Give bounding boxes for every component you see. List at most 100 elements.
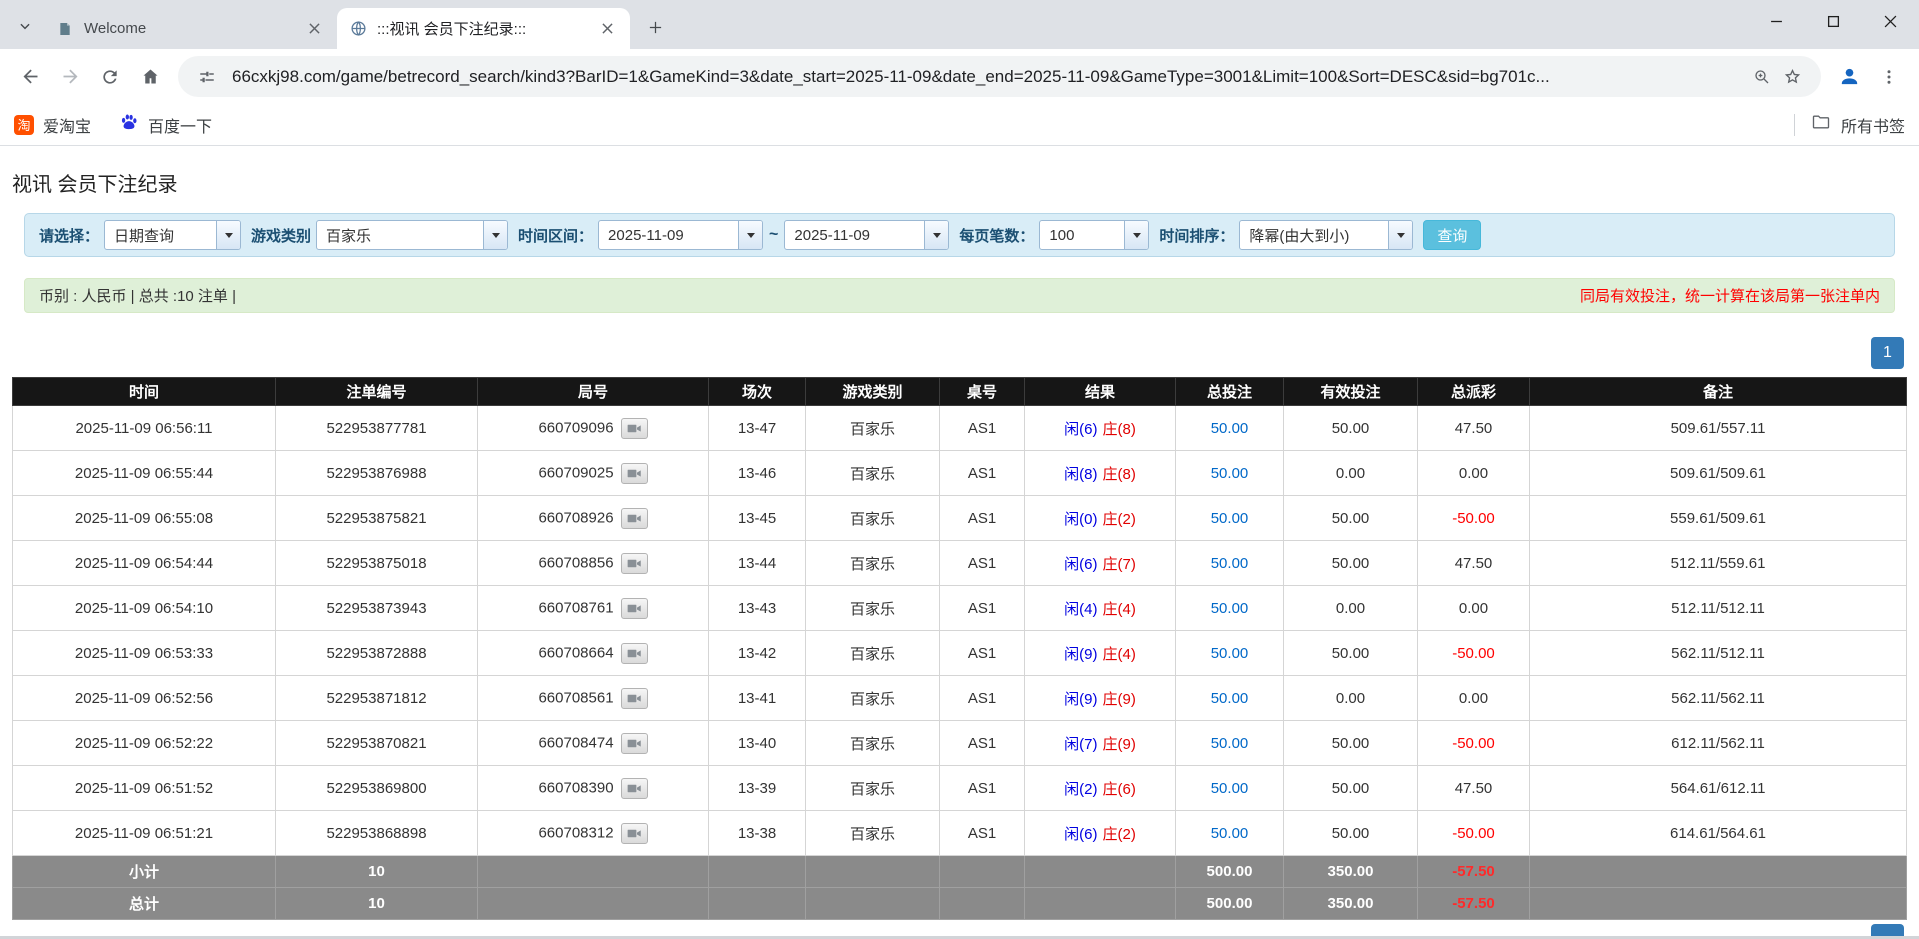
zoom-icon[interactable] <box>1747 62 1777 92</box>
remark-cell: 562.11/562.11 <box>1530 676 1907 721</box>
bookmark-star-icon[interactable] <box>1777 62 1807 92</box>
table-row: 2025-11-09 06:52:56 522953871812 6607085… <box>13 676 1907 721</box>
header-game-type: 游戏类别 <box>806 378 940 406</box>
tab-betrecord[interactable]: :::视讯 会员下注纪录::: <box>337 8 630 49</box>
bookmark-taobao[interactable]: 淘 爱淘宝 <box>14 113 91 137</box>
table-row: 2025-11-09 06:55:44 522953876988 6607090… <box>13 451 1907 496</box>
summary-count-cell: 10 <box>276 856 478 888</box>
table-row: 2025-11-09 06:54:44 522953875018 6607088… <box>13 541 1907 586</box>
table-no-cell: AS1 <box>940 676 1025 721</box>
session-cell: 13-38 <box>709 811 806 856</box>
total-bet-link[interactable]: 50.00 <box>1211 600 1249 617</box>
all-bookmarks-label: 所有书签 <box>1841 113 1905 137</box>
bet-id-cell: 522953871812 <box>276 676 478 721</box>
new-tab-button[interactable] <box>638 10 672 44</box>
address-bar[interactable]: 66cxkj98.com/game/betrecord_search/kind3… <box>178 56 1821 97</box>
table-no-cell: AS1 <box>940 586 1025 631</box>
search-button[interactable]: 查询 <box>1423 220 1481 250</box>
replay-video-button[interactable] <box>621 733 648 754</box>
total-bet-link[interactable]: 50.00 <box>1211 510 1249 527</box>
header-session: 场次 <box>709 378 806 406</box>
replay-video-button[interactable] <box>621 418 648 439</box>
minimize-button[interactable] <box>1748 0 1805 42</box>
game-type-combobox[interactable]: 百家乐 <box>316 220 508 250</box>
total-bet-cell: 50.00 <box>1176 406 1284 451</box>
round-id: 660709025 <box>538 464 613 481</box>
summary-payout-cell: -57.50 <box>1418 856 1530 888</box>
round-cell: 660709096 <box>478 406 709 451</box>
empty-cell <box>806 888 940 920</box>
pagination-bottom-partial[interactable] <box>1871 924 1904 936</box>
replay-video-button[interactable] <box>621 688 648 709</box>
total-bet-link[interactable]: 50.00 <box>1211 645 1249 662</box>
combobox-value: 百家乐 <box>317 221 483 249</box>
total-bet-link[interactable]: 50.00 <box>1211 735 1249 752</box>
replay-video-button[interactable] <box>621 778 648 799</box>
reload-button[interactable] <box>90 57 130 97</box>
tab-close-icon[interactable] <box>596 18 618 40</box>
round-cell: 660708856 <box>478 541 709 586</box>
chevron-down-icon[interactable] <box>924 221 948 249</box>
result-player: 闲(2) <box>1064 781 1097 798</box>
tab-close-icon[interactable] <box>303 18 325 40</box>
round-id: 660708926 <box>538 509 613 526</box>
bet-id-cell: 522953868898 <box>276 811 478 856</box>
maximize-button[interactable] <box>1805 0 1862 42</box>
home-button[interactable] <box>130 57 170 97</box>
session-cell: 13-39 <box>709 766 806 811</box>
bookmark-baidu[interactable]: 百度一下 <box>119 112 212 137</box>
game-type-cell: 百家乐 <box>806 541 940 586</box>
summary-label-cell: 总计 <box>13 888 276 920</box>
time-cell: 2025-11-09 06:55:44 <box>13 451 276 496</box>
page-number-button[interactable]: 1 <box>1871 337 1904 369</box>
replay-video-button[interactable] <box>621 823 648 844</box>
browser-tabstrip: Welcome :::视讯 会员下注纪录::: <box>0 0 1919 49</box>
query-type-combobox[interactable]: 日期查询 <box>104 220 241 250</box>
replay-video-button[interactable] <box>621 508 648 529</box>
round-id: 660708761 <box>538 599 613 616</box>
replay-video-button[interactable] <box>621 598 648 619</box>
browser-menu-icon[interactable] <box>1869 57 1909 97</box>
replay-video-button[interactable] <box>621 463 648 484</box>
back-button[interactable] <box>10 57 50 97</box>
date-start-combobox[interactable]: 2025-11-09 <box>598 220 763 250</box>
chevron-down-icon[interactable] <box>1124 221 1148 249</box>
all-bookmarks-button[interactable]: 所有书签 <box>1794 112 1905 137</box>
total-bet-link[interactable]: 50.00 <box>1211 825 1249 842</box>
tab-welcome[interactable]: Welcome <box>44 8 337 49</box>
round-id: 660708856 <box>538 554 613 571</box>
chevron-down-icon[interactable] <box>738 221 762 249</box>
url-text[interactable]: 66cxkj98.com/game/betrecord_search/kind3… <box>232 67 1737 87</box>
total-bet-link[interactable]: 50.00 <box>1211 690 1249 707</box>
remark-cell: 559.61/509.61 <box>1530 496 1907 541</box>
total-bet-link[interactable]: 50.00 <box>1211 555 1249 572</box>
divider <box>1794 114 1795 136</box>
empty-cell <box>709 888 806 920</box>
sort-combobox[interactable]: 降幂(由大到小) <box>1239 220 1413 250</box>
page-content: 视讯 会员下注纪录 请选择： 日期查询 游戏类别 百家乐 时间区间： 2025-… <box>0 168 1919 920</box>
date-end-combobox[interactable]: 2025-11-09 <box>784 220 949 250</box>
total-bet-link[interactable]: 50.00 <box>1211 420 1249 437</box>
table-row: 2025-11-09 06:53:33 522953872888 6607086… <box>13 631 1907 676</box>
chevron-down-icon[interactable] <box>1388 221 1412 249</box>
result-player: 闲(9) <box>1064 646 1097 663</box>
table-row: 2025-11-09 06:52:22 522953870821 6607084… <box>13 721 1907 766</box>
forward-button[interactable] <box>50 57 90 97</box>
total-bet-link[interactable]: 50.00 <box>1211 780 1249 797</box>
chevron-down-icon[interactable] <box>483 221 507 249</box>
per-page-combobox[interactable]: 100 <box>1039 220 1149 250</box>
replay-video-button[interactable] <box>621 643 648 664</box>
tab-search-button[interactable] <box>10 11 40 41</box>
profile-avatar[interactable] <box>1829 57 1869 97</box>
replay-video-button[interactable] <box>621 553 648 574</box>
bet-table-foot: 小计 10 500.00 350.00 -57.50 总计 10 500.00 … <box>13 856 1907 920</box>
close-window-button[interactable] <box>1862 0 1919 42</box>
remark-cell: 614.61/564.61 <box>1530 811 1907 856</box>
header-payout: 总派彩 <box>1418 378 1530 406</box>
site-settings-tune-icon[interactable] <box>192 62 222 92</box>
remark-cell: 509.61/509.61 <box>1530 451 1907 496</box>
bet-id-cell: 522953877781 <box>276 406 478 451</box>
chevron-down-icon[interactable] <box>216 221 240 249</box>
total-bet-link[interactable]: 50.00 <box>1211 465 1249 482</box>
round-cell: 660708474 <box>478 721 709 766</box>
